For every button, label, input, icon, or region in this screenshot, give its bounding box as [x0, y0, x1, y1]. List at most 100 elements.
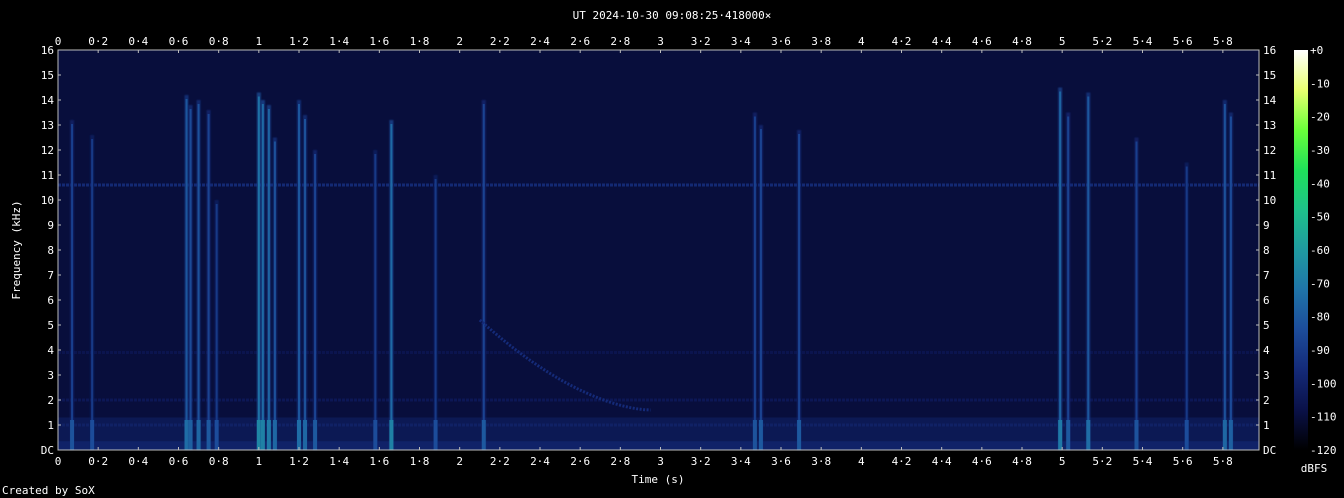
x-tick-label: 5·4 [1133, 455, 1153, 468]
y-tick-label: DC [1263, 444, 1276, 457]
x-tick-label: 1·6 [369, 455, 389, 468]
x-tick-label: 5 [1059, 35, 1066, 48]
impulse-mark [389, 120, 394, 450]
x-tick-label: 0·4 [128, 455, 148, 468]
y-tick-label: 16 [1263, 44, 1276, 57]
x-tick-label: 5·8 [1213, 35, 1233, 48]
impulse-core [482, 104, 485, 450]
impulse-base [90, 420, 95, 450]
y-tick-label: 16 [41, 44, 54, 57]
impulse-base [206, 420, 211, 450]
impulse-base [1184, 420, 1189, 450]
x-tick-label: 0·8 [209, 35, 229, 48]
impulse-mark [481, 100, 486, 450]
y-tick-label: 1 [47, 419, 54, 432]
x-tick-label: 4·6 [972, 35, 992, 48]
impulse-mark [433, 175, 438, 450]
y-tick-label: 8 [47, 244, 54, 257]
x-tick-label: 2·2 [490, 35, 510, 48]
impulse-mark [1066, 112, 1071, 450]
y-tick-label: 9 [1263, 219, 1270, 232]
y-tick-label: 8 [1263, 244, 1270, 257]
impulse-core [434, 179, 437, 450]
x-tick-label: 0·2 [88, 35, 108, 48]
x-tick-label: 4·4 [932, 455, 952, 468]
impulse-mark [752, 112, 757, 450]
colorbar-ticks: +0 -10 -20 -30 -40 -50 -60 -70 -80 -90 -100 -110 -12… [1310, 44, 1337, 457]
x-tick-label: 1·8 [410, 35, 430, 48]
impulse-core [261, 104, 264, 450]
impulse-mark [1228, 112, 1233, 450]
x-tick-label: 0·6 [169, 455, 189, 468]
x-tick-label: 4 [858, 455, 865, 468]
impulse-base [196, 420, 201, 450]
impulse-core [1087, 96, 1090, 450]
y-tick-label: 7 [47, 269, 54, 282]
impulse-core [215, 204, 218, 450]
impulse-base [214, 420, 219, 450]
impulse-mark [90, 135, 95, 450]
colorbar-tick-label: -100 [1310, 377, 1337, 390]
impulse-base [260, 420, 265, 450]
x-tick-label: 2·6 [570, 35, 590, 48]
x-tick-label: 3·2 [691, 455, 711, 468]
colorbar-tick-label: +0 [1310, 44, 1323, 57]
impulse-mark [797, 130, 802, 450]
impulse-core [1059, 91, 1062, 450]
y-tick-label: 4 [47, 344, 54, 357]
y-tick-label: 3 [47, 369, 54, 382]
impulse-mark [70, 120, 75, 450]
impulse-core [298, 104, 301, 450]
impulse-base [1058, 420, 1063, 450]
x-tick-label: 5·6 [1173, 455, 1193, 468]
x-tick-label: 1·6 [369, 35, 389, 48]
x-tick-label: 2·8 [610, 455, 630, 468]
impulse-mark [758, 125, 763, 450]
impulse-base [184, 420, 189, 450]
x-tick-label: 5·6 [1173, 35, 1193, 48]
x-tick-label: 4·2 [892, 455, 912, 468]
impulse-core [798, 134, 801, 450]
x-tick-label: 3·6 [771, 455, 791, 468]
colorbar-unit-label: dBFS [1301, 462, 1328, 475]
impulse-mark [266, 105, 271, 450]
impulse-base [297, 420, 302, 450]
x-tick-label: 0 [55, 35, 62, 48]
impulse-core [71, 124, 74, 450]
x-tick-label: 2·4 [530, 455, 550, 468]
y-tick-label: 2 [47, 394, 54, 407]
impulse-core [267, 109, 270, 450]
x-tick-label: 1 [256, 35, 263, 48]
x-tick-label: 4·6 [972, 455, 992, 468]
impulse-core [759, 129, 762, 450]
impulse-core [374, 154, 377, 450]
colorbar [1294, 50, 1308, 450]
impulse-mark [188, 105, 193, 450]
impulse-base [70, 420, 75, 450]
impulse-base [272, 420, 277, 450]
y-tick-label: 1 [1263, 419, 1270, 432]
x-tick-label: 3 [657, 35, 664, 48]
y-tick-label: 2 [1263, 394, 1270, 407]
y-tick-label: 15 [41, 69, 54, 82]
impulse-mark [256, 92, 261, 450]
x-tick-label: 2 [456, 35, 463, 48]
impulse-base [1228, 420, 1233, 450]
x-tick-label: 3·2 [691, 35, 711, 48]
y-tick-label: 9 [47, 219, 54, 232]
x-tick-label: 5·4 [1133, 35, 1153, 48]
impulse-core [91, 139, 94, 450]
y-tick-label: 13 [1263, 119, 1276, 132]
x-tick-label: 2 [456, 455, 463, 468]
x-tick-label: 4·4 [932, 35, 952, 48]
impulse-mark [313, 150, 318, 450]
x-tick-label: 0·8 [209, 455, 229, 468]
impulse-core [185, 99, 188, 450]
impulse-base [758, 420, 763, 450]
x-tick-label: 3·6 [771, 35, 791, 48]
x-tick-label: 4·8 [1012, 35, 1032, 48]
y-tick-label: 10 [41, 194, 54, 207]
y-tick-label: 3 [1263, 369, 1270, 382]
x-tick-label: 1·2 [289, 35, 309, 48]
impulse-mark [272, 137, 277, 450]
